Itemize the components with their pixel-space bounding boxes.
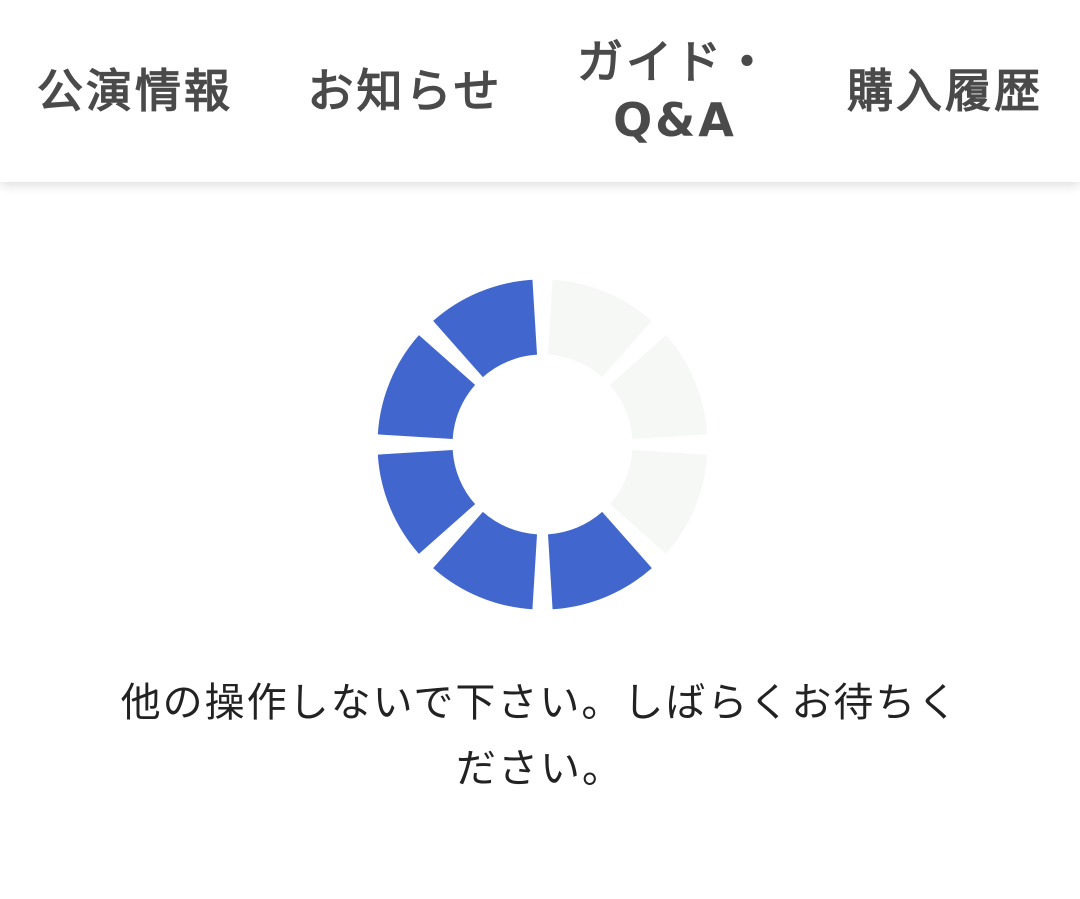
nav-item-purchase-history[interactable]: 購入履歴 [830,0,1060,182]
nav-item-label-line-1: ガイド・ [577,35,773,89]
top-navigation: 公演情報 お知らせ ガイド・ Q&A 購入履歴 [0,0,1080,182]
loading-spinner-icon [377,279,708,610]
nav-item-label: 購入履歴 [847,64,1043,118]
nav-item-performance-info[interactable]: 公演情報 [20,0,250,182]
nav-item-label: お知らせ [307,64,503,118]
nav-item-label-line-2: Q&A [613,93,737,147]
nav-item-label: 公演情報 [37,64,233,118]
nav-item-guide-qa[interactable]: ガイド・ Q&A [560,0,790,182]
nav-item-news[interactable]: お知らせ [290,0,520,182]
loading-message: 他の操作しないで下さい。しばらくお待ちく ださい。 [90,670,990,802]
loading-area: 他の操作しないで下さい。しばらくお待ちく ださい。 [0,182,1080,899]
loading-message-line-2: ださい。 [456,746,624,792]
loading-message-line-1: 他の操作しないで下さい。しばらくお待ちく [120,680,960,726]
nav-item-label-group: ガイド・ Q&A [577,33,773,149]
